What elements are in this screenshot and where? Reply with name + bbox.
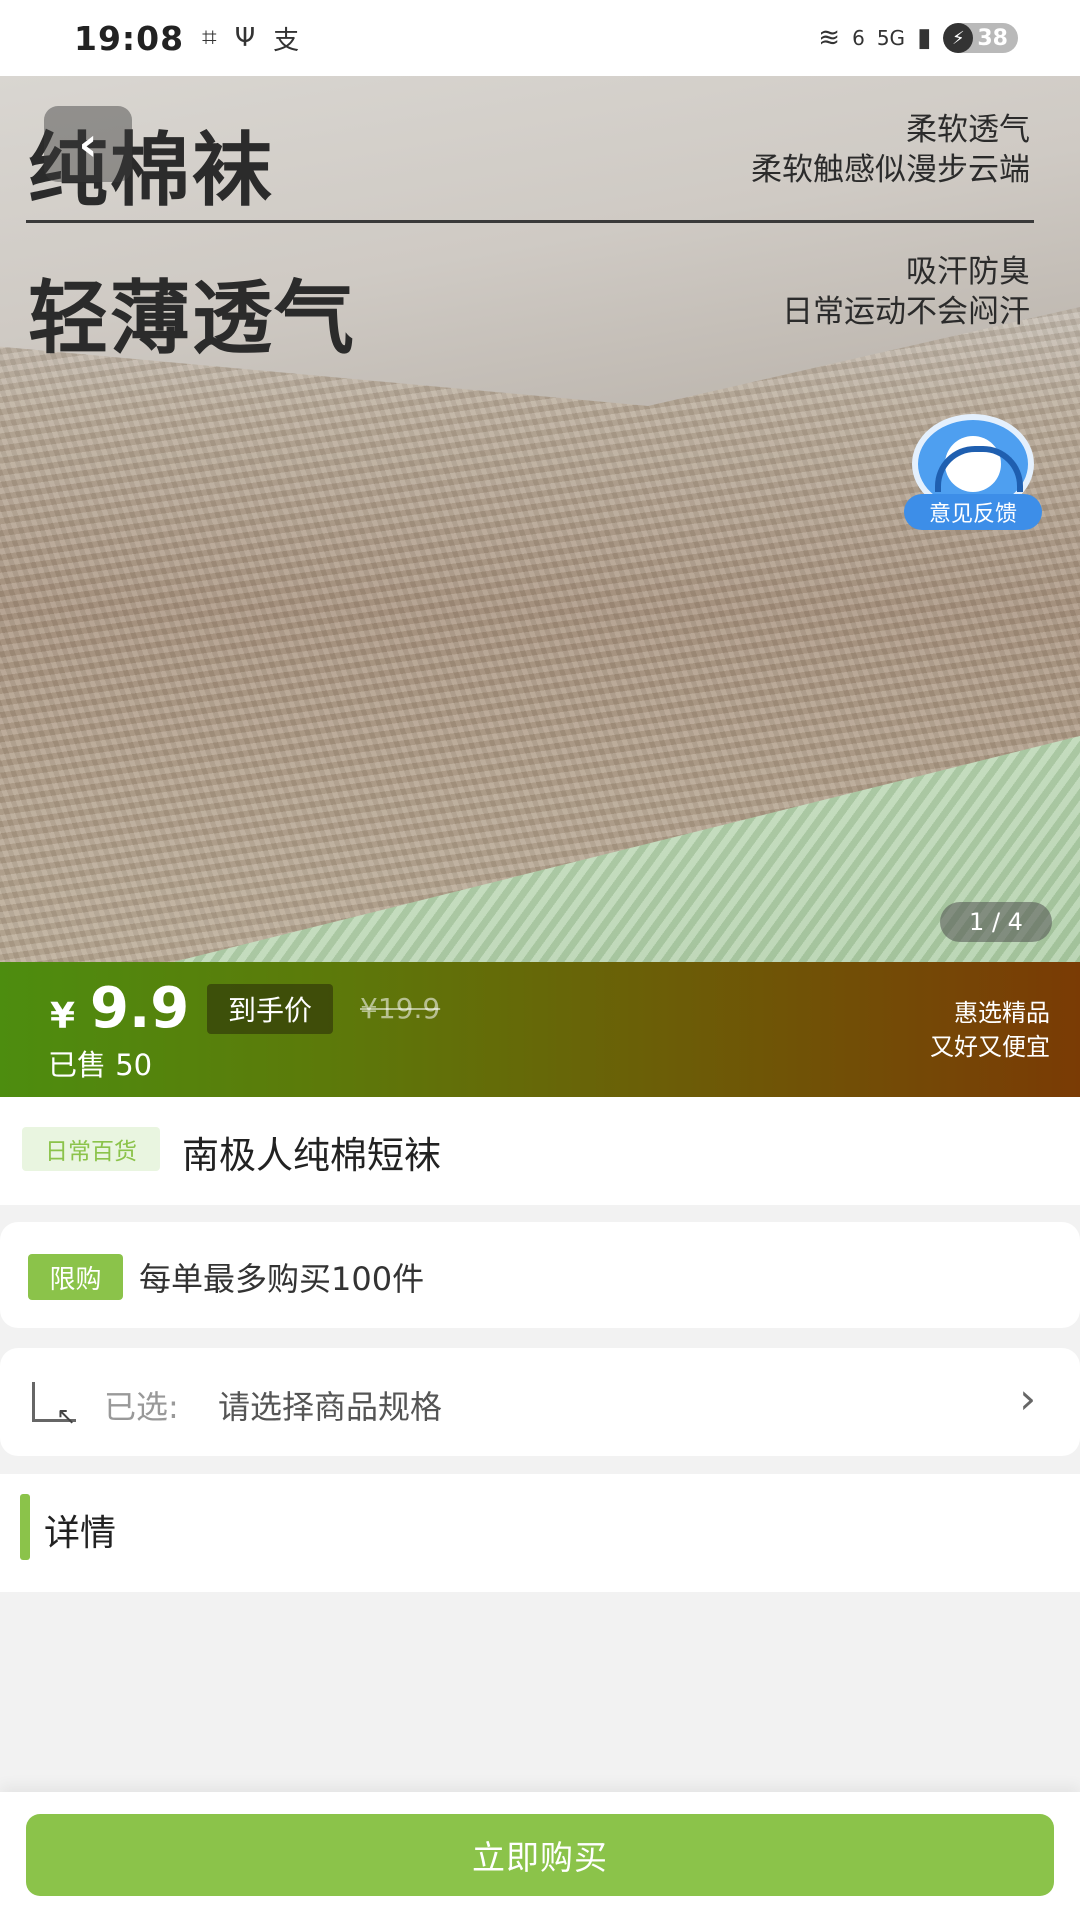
sold-count: 已售 50 xyxy=(48,1048,153,1082)
spec-label: 已选: xyxy=(104,1388,179,1426)
limit-text: 每单最多购买100件 xyxy=(139,1260,425,1298)
promo-slogan: 惠选精品 又好又便宜 xyxy=(930,996,1050,1064)
back-button[interactable]: ‹ xyxy=(44,106,132,182)
wifi-icon: ≋ xyxy=(818,23,841,53)
chevron-left-icon: ‹ xyxy=(78,117,98,171)
category-badge: 日常百货 xyxy=(22,1127,160,1171)
usb-icon: Ψ xyxy=(234,23,256,53)
final-price-tag: 到手价 xyxy=(207,984,333,1034)
hero-feature-1-title: 柔软透气 xyxy=(906,112,1030,148)
spec-selector[interactable]: ↖ 已选: 请选择商品规格 › xyxy=(0,1348,1080,1456)
product-image-carousel[interactable]: 纯棉袜 轻薄透气 柔软透气 柔软触感似漫步云端 吸汗防臭 日常运动不会闷汗 ‹ … xyxy=(0,76,1080,962)
purchase-limit-card: 限购 每单最多购买100件 xyxy=(0,1222,1080,1328)
feedback-button[interactable]: 意见反馈 xyxy=(904,414,1042,530)
hero-feature-2-title: 吸汗防臭 xyxy=(906,254,1030,290)
price-bar: ¥ 9.9 到手价 ¥19.9 已售 50 惠选精品 又好又便宜 xyxy=(0,962,1080,1097)
wifi-level: 6 xyxy=(852,26,865,50)
image-pager-indicator: 1 / 4 xyxy=(940,902,1052,942)
screenshot-icon: ⌗ xyxy=(202,22,217,53)
alipay-icon: 支 xyxy=(273,25,300,56)
details-section: 详情 xyxy=(0,1474,1080,1592)
feedback-label: 意见反馈 xyxy=(904,494,1042,530)
hero-feature-2: 吸汗防臭 日常运动不会闷汗 xyxy=(782,252,1030,332)
battery-indicator: ⚡ 38 xyxy=(943,23,1018,53)
status-time: 19:08 xyxy=(74,18,185,58)
charging-icon: ⚡ xyxy=(943,23,974,53)
bottom-action-bar: 立即购买 xyxy=(0,1792,1080,1920)
original-price: ¥19.9 xyxy=(360,992,441,1025)
product-name: 南极人纯棉短袜 xyxy=(182,1134,441,1177)
hero-green-fabric xyxy=(0,716,1080,962)
details-title: 详情 xyxy=(44,1513,117,1554)
chevron-right-icon: › xyxy=(1019,1374,1036,1423)
status-bar: 19:08 ⌗ Ψ 支 ≋ 6 5G ▮ ⚡ 38 xyxy=(0,0,1080,76)
cursor-icon: ↖ xyxy=(56,1402,77,1430)
price-value: 9.9 xyxy=(90,976,190,1041)
promo-line2: 又好又便宜 xyxy=(930,1033,1050,1061)
hero-feature-1-desc: 柔软触感似漫步云端 xyxy=(751,152,1030,188)
product-detail-page: 19:08 ⌗ Ψ 支 ≋ 6 5G ▮ ⚡ 38 纯棉袜 轻薄透气 柔软透气 … xyxy=(0,0,1080,1920)
hero-feature-2-desc: 日常运动不会闷汗 xyxy=(782,294,1030,330)
network-type: 5G xyxy=(876,26,906,50)
battery-level: 38 xyxy=(977,25,1008,51)
buy-now-button[interactable]: 立即购买 xyxy=(26,1814,1054,1896)
spec-value: 请选择商品规格 xyxy=(218,1388,443,1426)
hero-divider xyxy=(26,220,1034,223)
status-left: 19:08 ⌗ Ψ 支 xyxy=(74,19,299,58)
price-currency: ¥ xyxy=(50,996,76,1037)
limit-badge: 限购 xyxy=(28,1254,123,1300)
hero-title-line2: 轻薄透气 xyxy=(28,272,356,365)
signal-icon: ▮ xyxy=(917,23,932,53)
promo-line1: 惠选精品 xyxy=(954,999,1050,1027)
details-accent-bar xyxy=(20,1494,30,1560)
product-title-card: 日常百货 南极人纯棉短袜 xyxy=(0,1097,1080,1205)
status-right: ≋ 6 5G ▮ ⚡ 38 xyxy=(818,23,1018,53)
hero-feature-1: 柔软透气 柔软触感似漫步云端 xyxy=(751,110,1030,190)
